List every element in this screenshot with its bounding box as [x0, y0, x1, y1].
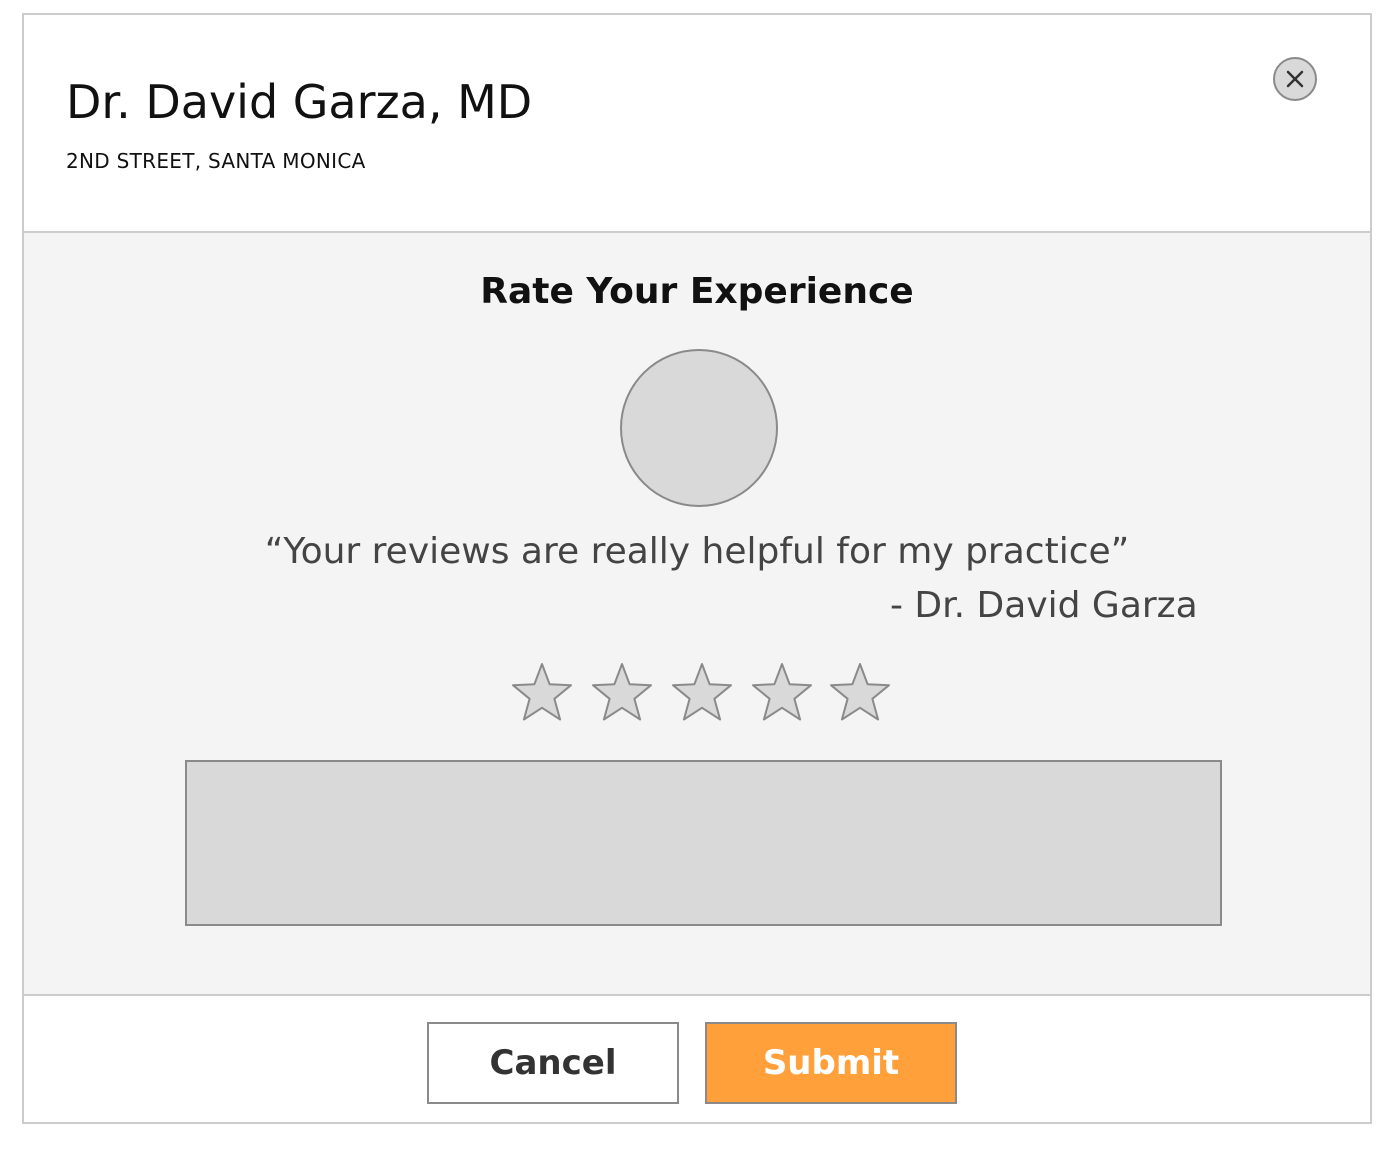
star-icon-1[interactable] — [509, 661, 575, 727]
close-icon — [1286, 70, 1304, 88]
close-button[interactable] — [1273, 57, 1317, 101]
dialog-footer: Cancel Submit — [24, 996, 1370, 1122]
rating-dialog: Dr. David Garza, MD 2ND STREET, SANTA MO… — [22, 13, 1372, 1124]
rating-title: Rate Your Experience — [480, 271, 914, 312]
doctor-quote: “Your reviews are really helpful for my … — [264, 531, 1130, 572]
doctor-avatar — [620, 349, 778, 507]
dialog-header: Dr. David Garza, MD 2ND STREET, SANTA MO… — [24, 15, 1370, 233]
doctor-address: 2ND STREET, SANTA MONICA — [66, 149, 366, 173]
star-rating — [509, 661, 909, 727]
cancel-button[interactable]: Cancel — [427, 1022, 679, 1104]
star-icon-3[interactable] — [669, 661, 735, 727]
star-icon-4[interactable] — [749, 661, 815, 727]
submit-button[interactable]: Submit — [705, 1022, 957, 1104]
star-icon-2[interactable] — [589, 661, 655, 727]
doctor-name: Dr. David Garza, MD — [66, 75, 533, 129]
star-icon-5[interactable] — [827, 661, 893, 727]
quote-attribution: - Dr. David Garza — [890, 585, 1198, 626]
rating-panel: Rate Your Experience “Your reviews are r… — [24, 233, 1370, 996]
review-comment-field[interactable] — [185, 760, 1222, 926]
